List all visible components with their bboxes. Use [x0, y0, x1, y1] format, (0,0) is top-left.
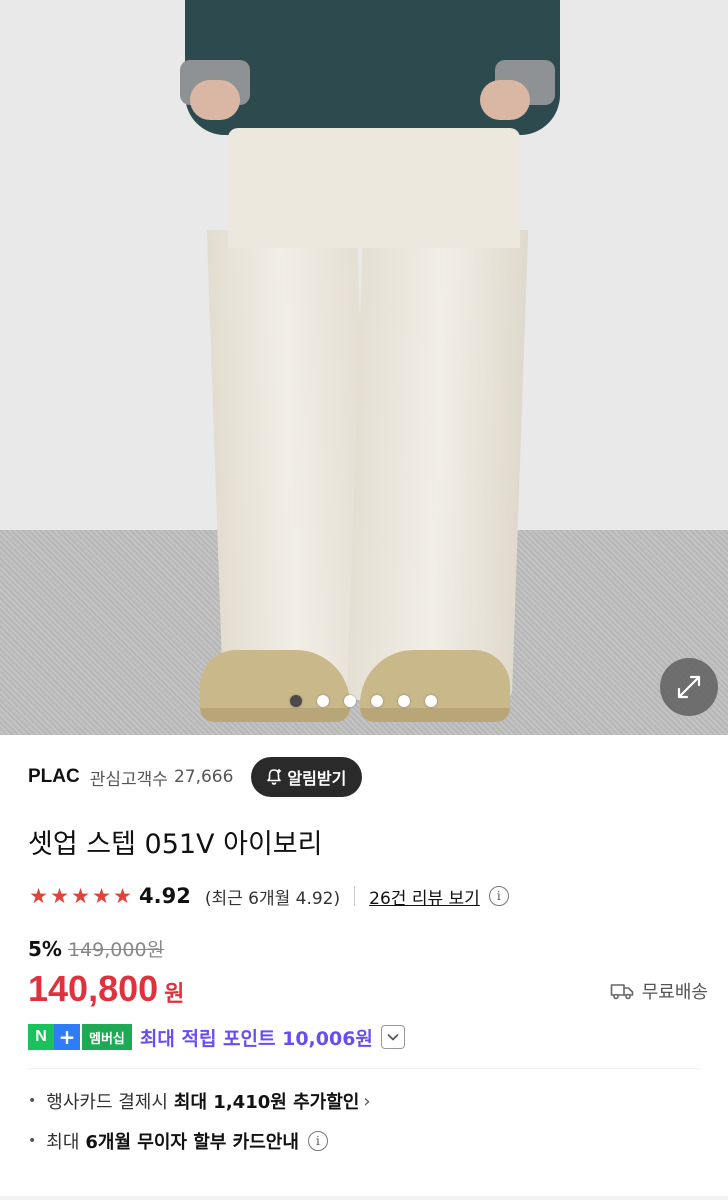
- info-icon[interactable]: i: [488, 886, 509, 906]
- card-discount-amount: 최대 1,410원 추가할인: [173, 1092, 360, 1113]
- price-unit: 원: [164, 982, 185, 1007]
- original-price: 149,000원: [67, 939, 165, 961]
- price-row: 140,800 원: [28, 968, 184, 1010]
- carousel-dot[interactable]: [317, 695, 329, 707]
- installment-info: 6개월 무이자 할부 카드안내: [85, 1132, 299, 1153]
- carousel-dot[interactable]: [290, 695, 302, 707]
- rating-row: ★ ★ ★ ★ ★ 4.92 (최근 6개월 4.92) 26건 리뷰 보기 i: [28, 880, 509, 912]
- star-icon: ★: [71, 883, 90, 908]
- fans-count: 27,666: [173, 767, 234, 787]
- truck-icon: [610, 984, 634, 1000]
- star-icon: ★: [50, 883, 69, 908]
- pants-leg-right: [346, 230, 529, 700]
- star-icon: ★: [29, 883, 48, 908]
- expand-button[interactable]: [660, 658, 718, 716]
- alert-button-label: 알림받기: [287, 769, 347, 788]
- installment-prefix: 최대: [46, 1132, 80, 1153]
- max-points-text: 최대 적립 포인트 10,006원: [139, 1027, 373, 1050]
- rating-value: 4.92: [139, 884, 191, 908]
- sale-price: 140,800: [28, 968, 159, 1009]
- bullet-icon: •: [28, 1093, 37, 1109]
- points-expand-button[interactable]: [380, 1025, 405, 1049]
- rating-stars: ★ ★ ★ ★ ★: [28, 883, 133, 908]
- brand-row: PLAC 관심고객수 27,666 알림받기: [28, 757, 363, 797]
- bell-plus-icon: [267, 769, 282, 785]
- carousel-dots: [290, 695, 437, 707]
- bottom-divider: [0, 1196, 728, 1200]
- carousel-dot[interactable]: [344, 695, 356, 707]
- naver-n-badge: N: [28, 1024, 54, 1050]
- info-icon[interactable]: i: [307, 1131, 328, 1151]
- expand-arrows-icon: [677, 675, 701, 699]
- card-discount-prefix: 행사카드 결제시: [46, 1092, 168, 1113]
- bullet-icon: •: [28, 1133, 37, 1149]
- installment-benefit[interactable]: • 최대 6개월 무이자 할부 카드안내 i: [28, 1128, 328, 1154]
- star-icon: ★: [92, 883, 111, 908]
- shipping-info: 무료배송: [610, 978, 708, 1004]
- sole-left: [200, 708, 350, 722]
- product-image[interactable]: [0, 0, 728, 735]
- plus-badge: +: [54, 1024, 80, 1050]
- shipping-label: 무료배송: [641, 982, 708, 1003]
- fans-label: 관심고객수: [89, 769, 168, 790]
- hand-left-shape: [190, 80, 240, 120]
- carousel-dot[interactable]: [398, 695, 410, 707]
- star-icon: ★: [113, 883, 132, 908]
- carousel-dot[interactable]: [425, 695, 437, 707]
- chevron-right-icon: ›: [363, 1090, 371, 1112]
- discount-row: 5% 149,000원: [28, 935, 164, 962]
- sole-right: [360, 708, 510, 722]
- recent-rating: (최근 6개월 4.92): [204, 888, 341, 909]
- product-title: 셋업 스텝 051V 아이보리: [28, 829, 323, 860]
- card-discount-benefit[interactable]: • 행사카드 결제시 최대 1,410원 추가할인 ›: [28, 1088, 371, 1114]
- membership-row: N + 멤버십 최대 적립 포인트 10,006원: [28, 1022, 405, 1052]
- membership-badge: 멤버십: [82, 1024, 132, 1050]
- brand-name[interactable]: PLAC: [28, 766, 80, 788]
- discount-rate: 5%: [28, 936, 62, 961]
- divider: [354, 886, 356, 906]
- pants-waist: [228, 128, 520, 248]
- alert-button[interactable]: 알림받기: [251, 757, 363, 797]
- hand-right-shape: [480, 80, 530, 120]
- review-link[interactable]: 26건 리뷰 보기: [369, 884, 480, 909]
- chevron-down-icon: [387, 1034, 399, 1041]
- carousel-dot[interactable]: [371, 695, 383, 707]
- section-divider: [28, 1068, 700, 1069]
